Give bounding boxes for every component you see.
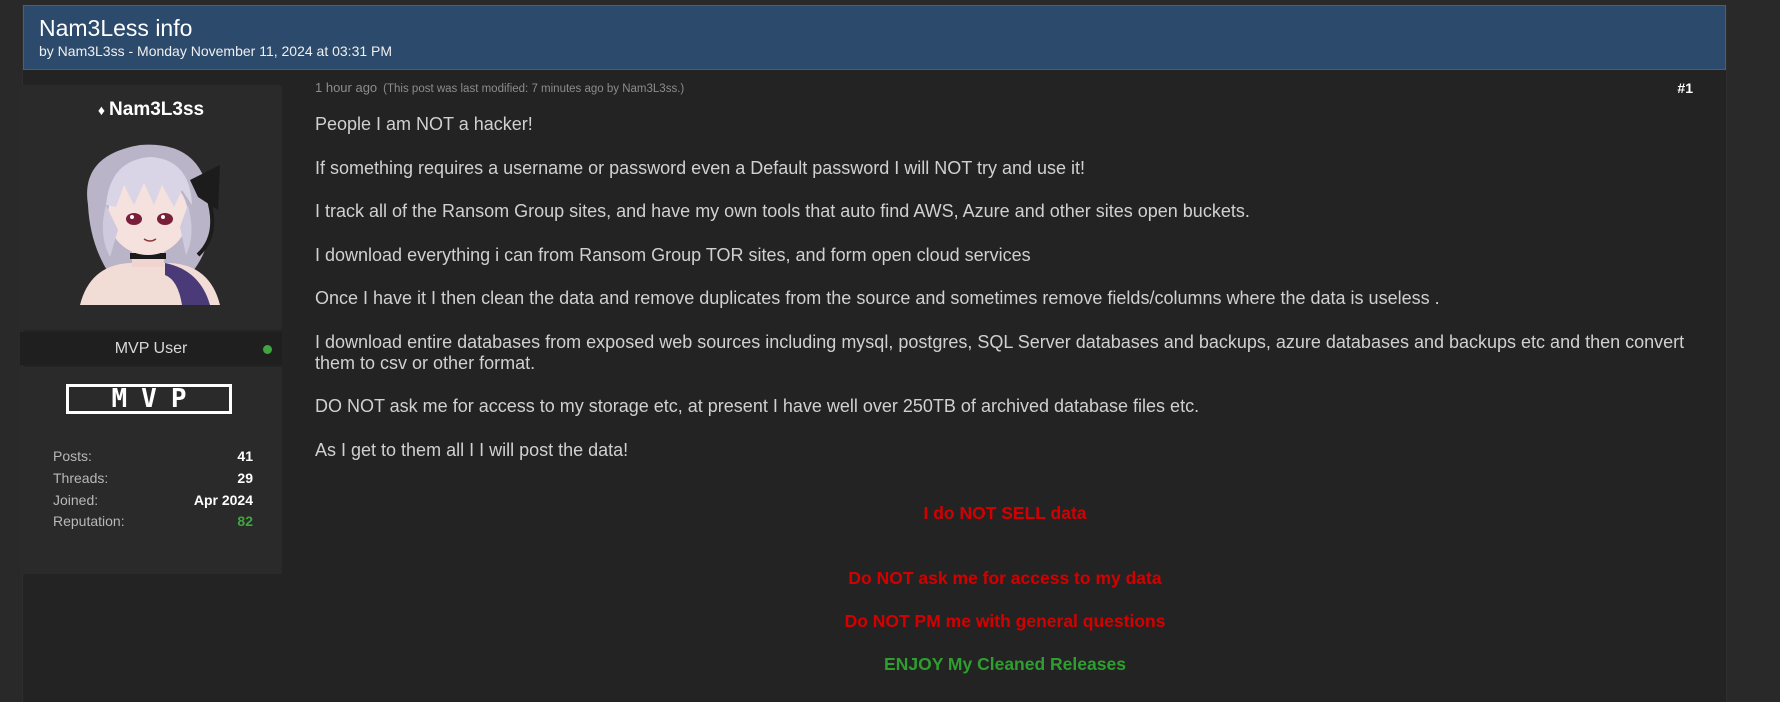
- role-bar: MVP User: [20, 332, 282, 365]
- post-timestamp: 1 hour ago (This post was last modified: …: [315, 80, 684, 95]
- stat-label: Joined:: [53, 492, 99, 508]
- stat-reputation: Reputation: 82: [53, 513, 253, 533]
- post-notice: Do NOT ask me for access to my data: [315, 568, 1695, 589]
- username-line: ♦ Nam3L3ss: [20, 99, 282, 121]
- post-modified-note: (This post was last modified: 7 minutes …: [383, 83, 685, 95]
- post-notice: ENJOY My Cleaned Releases: [315, 654, 1695, 675]
- stats-card: MVP Posts: 41 Threads: 29 Joined: Apr 20…: [20, 367, 282, 574]
- diamond-icon: ♦: [97, 102, 106, 118]
- post-time[interactable]: 1 hour ago: [315, 80, 377, 95]
- post-paragraph: I download everything i can from Ransom …: [315, 245, 1031, 265]
- notice-text: Do NOT PM me with general questions: [844, 611, 1166, 631]
- post-paragraph: Once I have it I then clean the data and…: [315, 288, 1440, 308]
- profile-card: ♦ Nam3L3ss: [20, 85, 282, 330]
- stat-threads: Threads: 29: [53, 470, 253, 490]
- stat-label: Reputation:: [53, 513, 125, 529]
- post-paragraph: I track all of the Ransom Group sites, a…: [315, 201, 1250, 221]
- post-notice: I do NOT SELL data: [315, 503, 1695, 524]
- stat-value[interactable]: 82: [237, 513, 253, 529]
- author-username[interactable]: Nam3L3ss: [109, 99, 204, 120]
- user-role: MVP User: [114, 340, 188, 357]
- thread-title: Nam3Less info: [39, 15, 193, 41]
- post-paragraph: People I am NOT a hacker!: [315, 114, 533, 134]
- notice-text: ENJOY My Cleaned Releases: [884, 654, 1126, 674]
- stat-value: Apr 2024: [193, 492, 253, 508]
- stat-joined: Joined: Apr 2024: [53, 492, 253, 512]
- stat-value[interactable]: 29: [237, 470, 253, 486]
- mvp-badge: MVP: [66, 384, 232, 414]
- stat-value[interactable]: 41: [237, 448, 253, 464]
- stat-posts: Posts: 41: [53, 448, 253, 468]
- stat-label: Posts:: [53, 448, 92, 464]
- post-paragraph: I download entire databases from exposed…: [315, 332, 1685, 373]
- notice-text: I do NOT SELL data: [923, 503, 1087, 523]
- post-paragraph: As I get to them all I I will post the d…: [315, 440, 629, 460]
- post-paragraph: DO NOT ask me for access to my storage e…: [315, 396, 1200, 416]
- thread-meta: by Nam3L3ss - Monday November 11, 2024 a…: [39, 43, 393, 59]
- post-number-link[interactable]: #1: [1677, 80, 1693, 96]
- online-status-dot: [263, 345, 272, 354]
- notice-text: Do NOT ask me for access to my data: [848, 568, 1162, 588]
- post-notice: Do NOT PM me with general questions: [315, 611, 1695, 632]
- avatar[interactable]: [70, 135, 230, 305]
- thread-header: Nam3Less info by Nam3L3ss - Monday Novem…: [23, 5, 1726, 70]
- stat-label: Threads:: [53, 470, 109, 486]
- post-paragraph: If something requires a username or pass…: [315, 158, 1086, 178]
- author-sidebar: ♦ Nam3L3ss MVP User MVP Posts: 41 Thread…: [20, 85, 282, 574]
